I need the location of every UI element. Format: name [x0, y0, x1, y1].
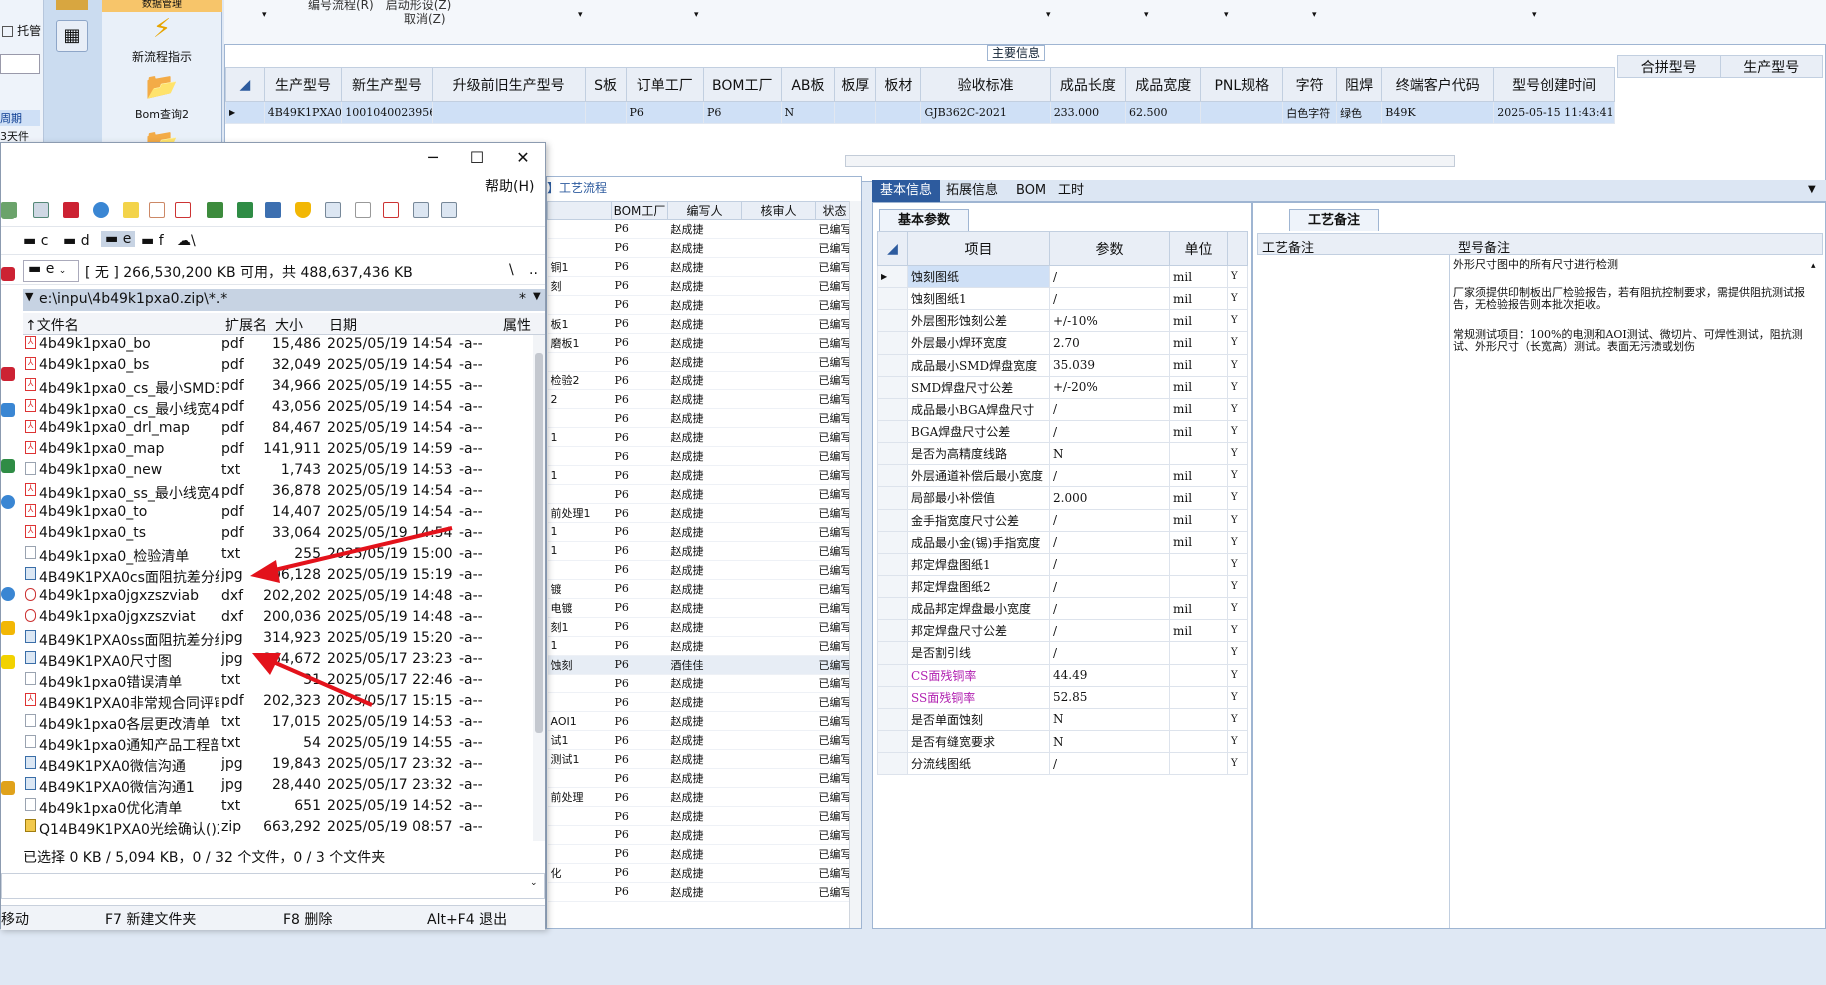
red-arrow-icon: [250, 526, 453, 583]
annotation-arrows: [250, 526, 453, 707]
red-arrow-icon: [252, 653, 373, 707]
